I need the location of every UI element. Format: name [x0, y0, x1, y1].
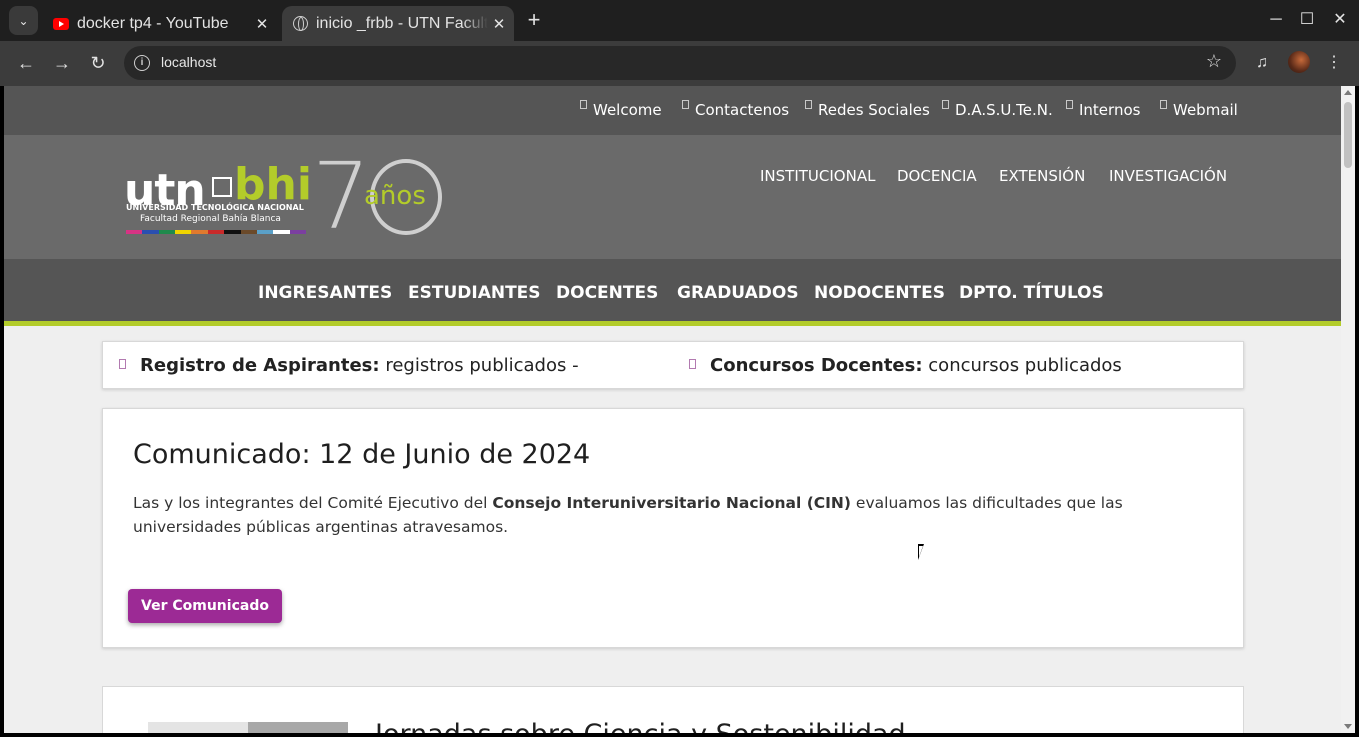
new-tab-button[interactable]: +	[522, 8, 546, 32]
news-thumbnail[interactable]	[148, 722, 348, 733]
top-link-contactenos[interactable]: Contactenos	[682, 100, 789, 119]
header-link-institucional[interactable]: INSTITUCIONAL	[760, 167, 875, 185]
window-border	[1355, 86, 1359, 737]
utn-emblem-icon	[212, 177, 232, 197]
youtube-icon	[53, 16, 69, 32]
ver-comunicado-button[interactable]: Ver Comunicado	[128, 589, 282, 623]
minimize-icon[interactable]: ─	[1261, 8, 1291, 32]
square-icon	[119, 359, 126, 369]
menu-kebab-icon[interactable]: ⋮	[1322, 51, 1346, 75]
scrollbar-thumb[interactable]	[1344, 102, 1352, 168]
page-scrollbar[interactable]	[1341, 86, 1355, 733]
window-border	[0, 733, 1359, 737]
address-bar[interactable]: i localhost ☆	[124, 46, 1236, 80]
ticker-item-aspirantes[interactable]: Registro de Aspirantes: registros public…	[119, 355, 579, 376]
header-link-docencia[interactable]: DOCENCIA	[897, 167, 977, 185]
header-link-investigacion[interactable]: INVESTIGACIÓN	[1109, 167, 1227, 185]
nav-graduados[interactable]: GRADUADOS	[677, 283, 799, 303]
maximize-icon[interactable]: ☐	[1292, 8, 1322, 32]
browser-toolbar: ← → ↻ i localhost ☆ ♫ ⋮	[0, 41, 1359, 86]
tab-utn[interactable]: inicio _frbb - UTN Facultad Regional Bah…	[282, 6, 514, 41]
tab-title: inicio _frbb - UTN Facultad Regional Bah…	[316, 14, 488, 32]
top-link-webmail[interactable]: Webmail	[1160, 100, 1238, 119]
address-text[interactable]: localhost	[161, 54, 216, 70]
nav-docentes[interactable]: DOCENTES	[556, 283, 658, 303]
square-icon	[1066, 100, 1073, 109]
top-link-internos[interactable]: Internos	[1066, 100, 1140, 119]
bookmark-star-icon[interactable]: ☆	[1206, 51, 1222, 72]
tab-search-button[interactable]: ⌄	[9, 6, 38, 35]
nav-estudiantes[interactable]: ESTUDIANTES	[408, 283, 541, 303]
ticker-item-concursos[interactable]: Concursos Docentes: concursos publicados	[689, 355, 1122, 376]
nav-nodocentes[interactable]: NODOCENTES	[814, 283, 945, 303]
nav-ingresantes[interactable]: INGRESANTES	[258, 283, 392, 303]
tab-title: docker tp4 - YouTube	[77, 14, 229, 32]
forward-arrow-icon[interactable]: →	[49, 50, 75, 76]
reload-icon[interactable]: ↻	[85, 50, 111, 76]
news-card: Jornadas sobre Ciencia y Sostenibilidad	[102, 686, 1244, 733]
close-icon[interactable]: ✕	[488, 15, 510, 33]
header-link-extension[interactable]: EXTENSIÓN	[999, 167, 1085, 185]
logo-70-seven: 7	[312, 143, 371, 250]
window-close-icon[interactable]: ✕	[1325, 8, 1355, 32]
media-control-icon[interactable]: ♫	[1250, 51, 1274, 75]
news-ticker: Registro de Aspirantes: registros public…	[102, 341, 1244, 389]
mouse-cursor-icon	[918, 544, 930, 560]
logo-anos: años	[364, 181, 426, 211]
logo-university: UNIVERSIDAD TECNOLÓGICA NACIONAL	[126, 203, 304, 212]
announcement-title: Comunicado: 12 de Junio de 2024	[133, 439, 591, 470]
main-navigation: INGRESANTES ESTUDIANTES DOCENTES GRADUAD…	[4, 259, 1341, 326]
top-link-redes[interactable]: Redes Sociales	[805, 100, 930, 119]
square-icon	[1160, 100, 1167, 109]
globe-icon	[292, 16, 308, 32]
scroll-up-icon[interactable]	[1344, 90, 1352, 95]
site-header: utn bhi UNIVERSIDAD TECNOLÓGICA NACIONAL…	[4, 135, 1341, 259]
news-title[interactable]: Jornadas sobre Ciencia y Sostenibilidad	[375, 719, 906, 733]
top-link-welcome[interactable]: Welcome	[580, 100, 662, 119]
chevron-down-icon: ⌄	[18, 13, 29, 28]
page-viewport: Welcome Contactenos Redes Sociales D.A.S…	[4, 86, 1341, 733]
square-icon	[805, 100, 812, 109]
logo-color-stripe	[126, 230, 306, 234]
site-info-icon[interactable]: i	[134, 55, 150, 71]
nav-dpto-titulos[interactable]: DPTO. TÍTULOS	[959, 283, 1104, 303]
avatar[interactable]	[1288, 51, 1310, 73]
utn-logo[interactable]: utn bhi UNIVERSIDAD TECNOLÓGICA NACIONAL…	[122, 143, 452, 250]
top-link-dasuten[interactable]: D.A.S.U.Te.N.	[942, 100, 1053, 119]
announcement-card: Comunicado: 12 de Junio de 2024 Las y lo…	[102, 408, 1244, 648]
square-icon	[689, 359, 696, 369]
logo-faculty: Facultad Regional Bahía Blanca	[140, 214, 281, 224]
tab-youtube[interactable]: docker tp4 - YouTube ✕	[45, 6, 277, 41]
square-icon	[682, 100, 689, 109]
square-icon	[942, 100, 949, 109]
scroll-down-icon[interactable]	[1344, 724, 1352, 729]
back-arrow-icon[interactable]: ←	[13, 50, 39, 76]
announcement-text: Las y los integrantes del Comité Ejecuti…	[133, 494, 1123, 536]
close-icon[interactable]: ✕	[251, 15, 273, 33]
tab-strip: ⌄ docker tp4 - YouTube ✕ inicio _frbb - …	[0, 0, 1359, 41]
square-icon	[580, 100, 587, 109]
top-links-bar: Welcome Contactenos Redes Sociales D.A.S…	[4, 86, 1341, 135]
